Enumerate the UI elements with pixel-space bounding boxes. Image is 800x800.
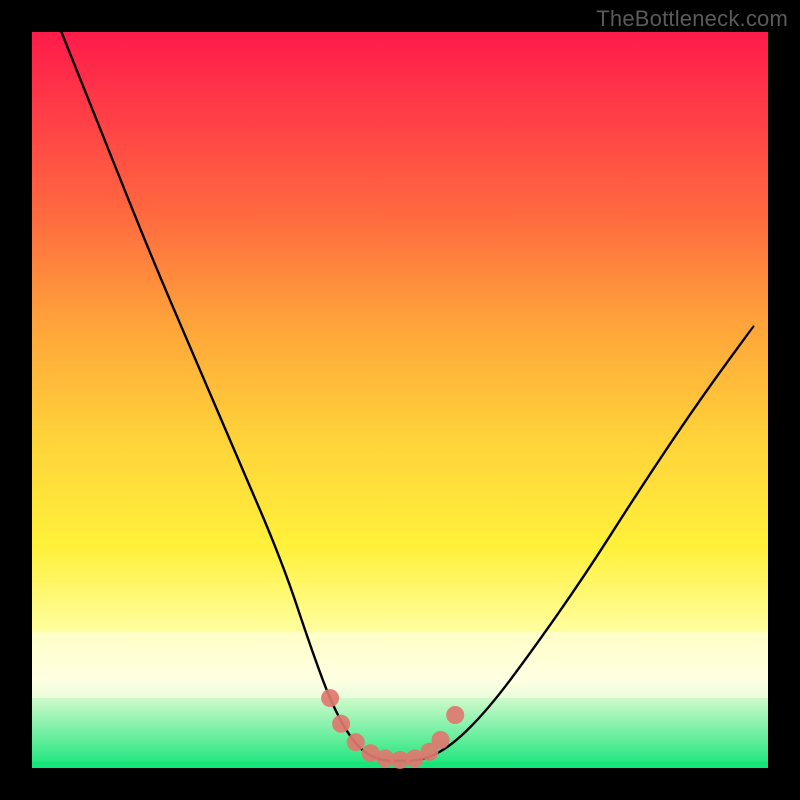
marker-dot	[347, 733, 365, 751]
marker-dot	[432, 731, 450, 749]
marker-dot	[321, 689, 339, 707]
chart-frame: TheBottleneck.com	[0, 0, 800, 800]
plot-area	[32, 32, 768, 768]
marker-dot	[332, 715, 350, 733]
highlight-markers	[321, 689, 464, 769]
marker-dot	[446, 706, 464, 724]
bottleneck-curve-path	[61, 32, 753, 761]
curve-svg	[32, 32, 768, 768]
watermark-text: TheBottleneck.com	[596, 6, 788, 32]
